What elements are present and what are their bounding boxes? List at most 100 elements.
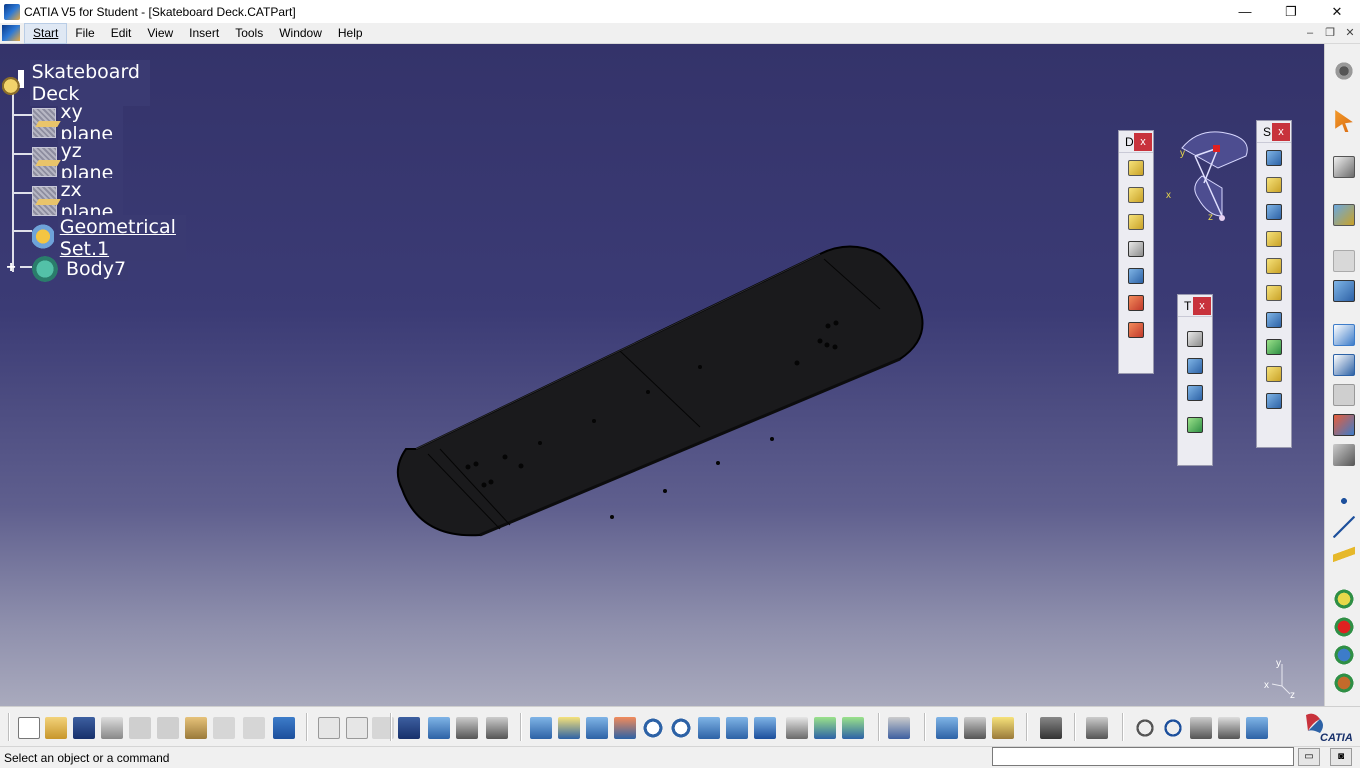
toolbar-close-button[interactable]: x bbox=[1272, 122, 1290, 141]
hide-show-icon[interactable] bbox=[814, 717, 836, 739]
scale-ratio-icon[interactable] bbox=[1218, 717, 1240, 739]
zoom-in-icon[interactable] bbox=[642, 717, 664, 739]
normal-view-icon[interactable] bbox=[698, 717, 720, 739]
clock-icon[interactable] bbox=[1162, 717, 1184, 739]
toolbar-close-button[interactable]: x bbox=[1193, 296, 1211, 315]
boolean-add-icon[interactable] bbox=[1333, 588, 1355, 610]
pattern-icon[interactable] bbox=[1183, 381, 1207, 405]
shading-icon[interactable] bbox=[786, 717, 808, 739]
doc-restore-button[interactable]: ❐ bbox=[1320, 25, 1340, 41]
command-input[interactable] bbox=[992, 747, 1294, 766]
measure-icon[interactable] bbox=[1333, 384, 1355, 406]
remove-face-icon[interactable] bbox=[1262, 308, 1286, 332]
pocket-icon[interactable] bbox=[1124, 183, 1148, 207]
menu-window[interactable]: Window bbox=[271, 23, 330, 44]
swap-visible-space-icon[interactable] bbox=[842, 717, 864, 739]
menu-edit[interactable]: Edit bbox=[103, 23, 140, 44]
camera-icon[interactable] bbox=[1040, 717, 1062, 739]
sketcher-icon[interactable] bbox=[1333, 156, 1355, 178]
mirror-icon[interactable] bbox=[1183, 354, 1207, 378]
document-icon[interactable] bbox=[2, 25, 20, 41]
shell-icon[interactable] bbox=[1262, 227, 1286, 251]
part-body-icon[interactable] bbox=[1333, 204, 1355, 226]
redo-icon[interactable] bbox=[243, 717, 265, 739]
measure-inertia-icon[interactable] bbox=[992, 717, 1014, 739]
formula-icon[interactable] bbox=[318, 717, 340, 739]
sew-surface-icon[interactable] bbox=[1262, 362, 1286, 386]
whats-this-icon[interactable] bbox=[273, 717, 295, 739]
cycle-icon[interactable] bbox=[1134, 717, 1156, 739]
toolbar-header[interactable]: S x bbox=[1257, 121, 1291, 143]
reorder-icon[interactable] bbox=[486, 717, 508, 739]
command-list-button[interactable]: ▭ bbox=[1298, 748, 1320, 766]
grid-snap-icon[interactable] bbox=[1086, 717, 1108, 739]
maximize-button[interactable]: ❐ bbox=[1268, 0, 1314, 23]
print-icon[interactable] bbox=[101, 717, 123, 739]
toolbar-close-button[interactable]: x bbox=[1134, 132, 1152, 151]
undo-icon[interactable] bbox=[213, 717, 235, 739]
new-file-icon[interactable] bbox=[18, 717, 40, 739]
copy-icon[interactable] bbox=[157, 717, 179, 739]
tree-item-body[interactable]: + Body7 bbox=[4, 254, 129, 284]
apply-material-icon[interactable] bbox=[1333, 414, 1355, 436]
update-icon[interactable] bbox=[1333, 280, 1355, 302]
lock-icon[interactable] bbox=[456, 717, 478, 739]
skateboard-deck-model[interactable] bbox=[380, 239, 940, 549]
power-input-button[interactable]: ◙ bbox=[1330, 748, 1352, 766]
rotate-icon[interactable] bbox=[614, 717, 636, 739]
constraint-icon[interactable] bbox=[1333, 444, 1355, 466]
thick-surface-icon[interactable] bbox=[1262, 389, 1286, 413]
zoom-out-icon[interactable] bbox=[670, 717, 692, 739]
toolbar-header[interactable]: D x bbox=[1119, 131, 1153, 153]
compass-widget[interactable]: y x z bbox=[1160, 128, 1260, 228]
draft-icon[interactable] bbox=[1262, 200, 1286, 224]
fit-all-icon[interactable] bbox=[558, 717, 580, 739]
target-icon[interactable] bbox=[1124, 291, 1148, 315]
menu-tools[interactable]: Tools bbox=[227, 23, 271, 44]
3d-cube-icon[interactable] bbox=[1246, 717, 1268, 739]
knowledge-advisor-icon[interactable] bbox=[346, 717, 368, 739]
menu-view[interactable]: View bbox=[139, 23, 181, 44]
shaft-icon[interactable] bbox=[1124, 210, 1148, 234]
thickness-icon[interactable] bbox=[1262, 254, 1286, 278]
measure-between-icon[interactable] bbox=[936, 717, 958, 739]
doc-close-button[interactable]: ✕ bbox=[1340, 25, 1360, 41]
edge-fillet-icon[interactable] bbox=[1262, 146, 1286, 170]
doc-minimize-button[interactable]: – bbox=[1300, 25, 1320, 41]
select-arrow-icon[interactable] bbox=[1335, 110, 1353, 132]
catalog-icon[interactable] bbox=[428, 717, 450, 739]
chamfer-icon[interactable] bbox=[1262, 173, 1286, 197]
text-annotation-icon[interactable] bbox=[1333, 324, 1355, 346]
close-button[interactable]: ✕ bbox=[1314, 0, 1360, 23]
menu-help[interactable]: Help bbox=[330, 23, 371, 44]
scaling-icon[interactable] bbox=[1183, 413, 1207, 437]
isometric-view-icon[interactable] bbox=[754, 717, 776, 739]
replace-face-icon[interactable] bbox=[1262, 335, 1286, 359]
boolean-intersect-icon[interactable] bbox=[1333, 644, 1355, 666]
translation-icon[interactable] bbox=[1183, 327, 1207, 351]
boolean-remove-icon[interactable] bbox=[1333, 616, 1355, 638]
solid-combine-icon[interactable] bbox=[1124, 318, 1148, 342]
pad-icon[interactable] bbox=[1124, 156, 1148, 180]
rib-icon[interactable] bbox=[1124, 237, 1148, 261]
measure-item-icon[interactable] bbox=[964, 717, 986, 739]
menu-insert[interactable]: Insert bbox=[181, 23, 227, 44]
gear-icon[interactable] bbox=[1333, 60, 1355, 82]
expand-plus-icon[interactable]: + bbox=[4, 260, 18, 276]
fly-mode-icon[interactable] bbox=[530, 717, 552, 739]
plane-create-icon[interactable] bbox=[1333, 544, 1355, 566]
axis-system-icon[interactable] bbox=[1190, 717, 1212, 739]
menu-start[interactable]: Start bbox=[24, 22, 68, 44]
cut-icon[interactable] bbox=[129, 717, 151, 739]
paste-icon[interactable] bbox=[185, 717, 207, 739]
menu-file[interactable]: File bbox=[67, 23, 102, 44]
minimize-button[interactable]: — bbox=[1222, 0, 1268, 23]
flag-note-icon[interactable] bbox=[1333, 354, 1355, 376]
toolbar-header[interactable]: T x bbox=[1178, 295, 1212, 317]
boolean-union-trim-icon[interactable] bbox=[1333, 672, 1355, 694]
thread-icon[interactable] bbox=[1262, 281, 1286, 305]
3d-viewport[interactable]: Skateboard Deck xy plane yz plane zx pla… bbox=[0, 44, 1324, 706]
multi-view-icon[interactable] bbox=[726, 717, 748, 739]
point-icon[interactable] bbox=[1333, 490, 1355, 512]
line-icon[interactable] bbox=[1333, 516, 1355, 538]
